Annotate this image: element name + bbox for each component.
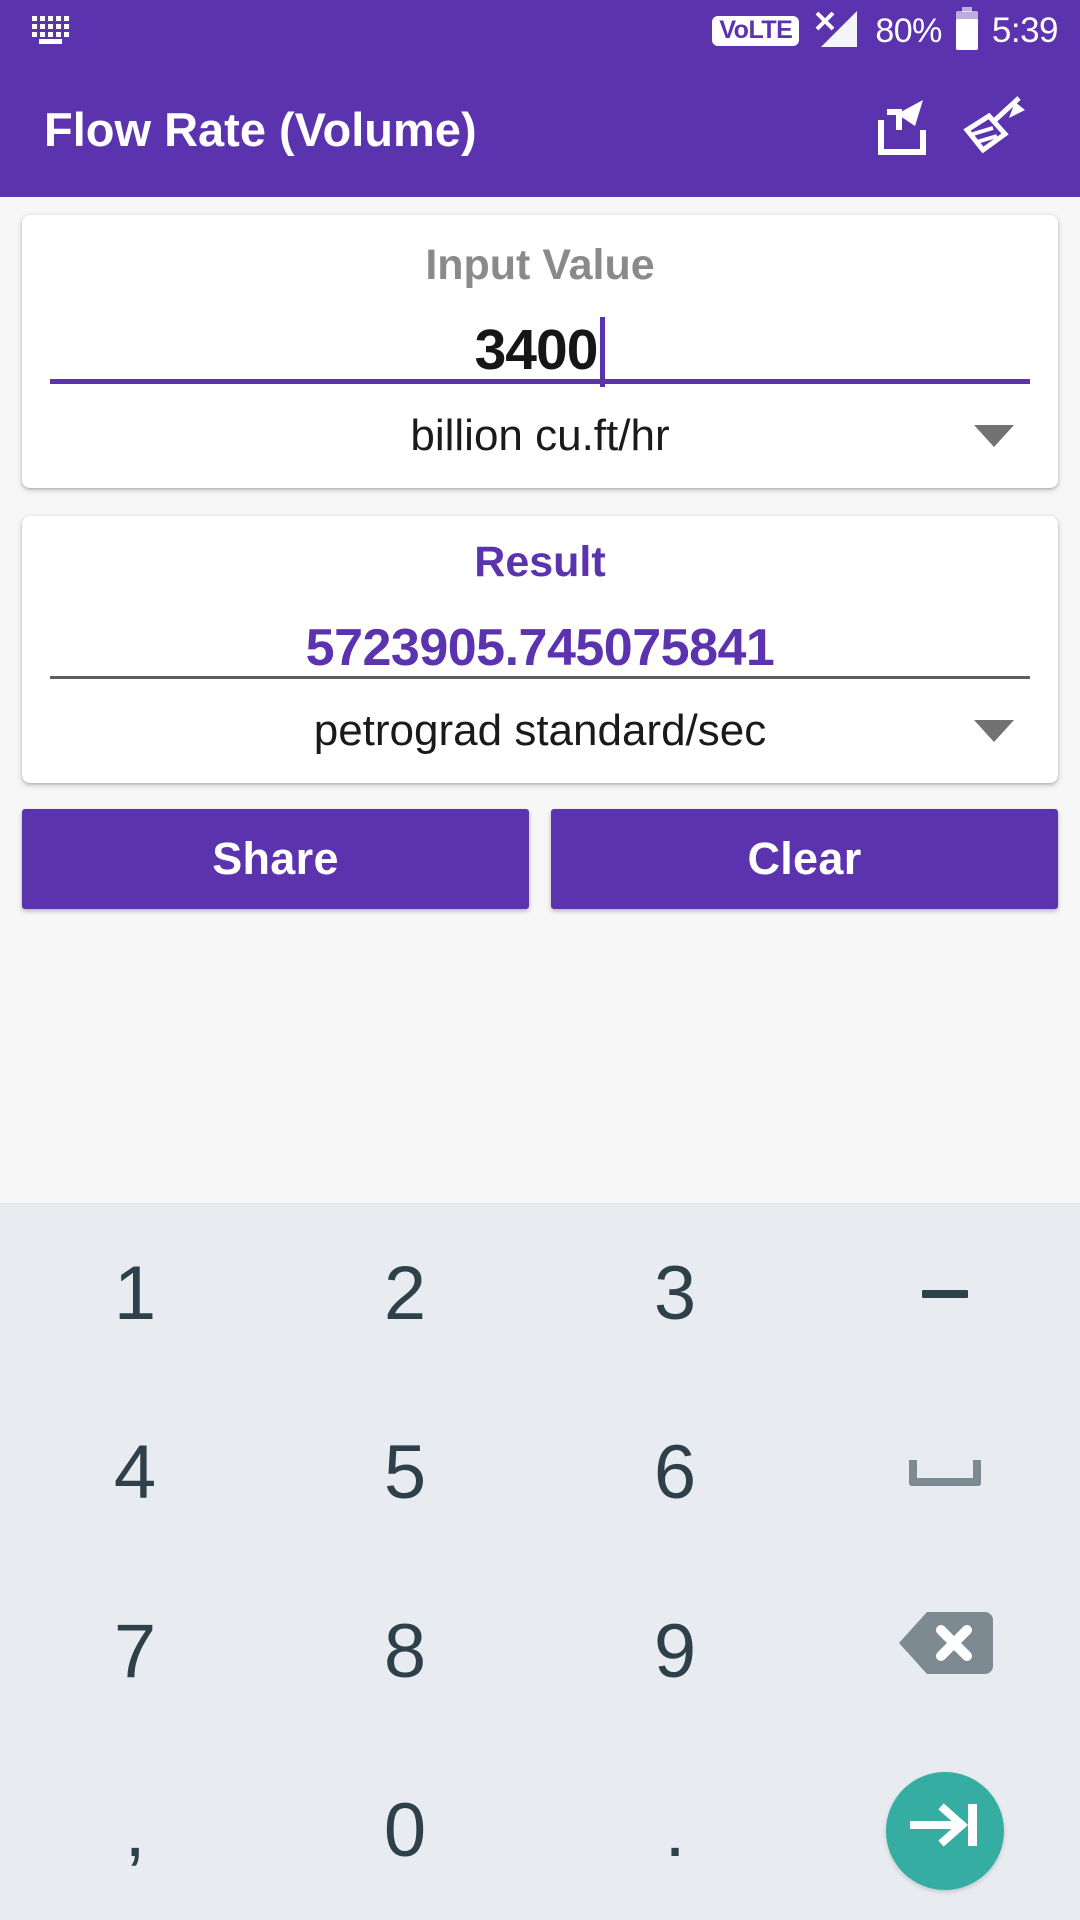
page-title: Flow Rate (Volume): [44, 103, 477, 156]
result-unit-dropdown[interactable]: petrograd standard/sec: [50, 679, 1030, 783]
key-5-label: 5: [383, 1430, 427, 1515]
app-bar: Flow Rate (Volume): [0, 62, 1080, 197]
share-button[interactable]: Share: [22, 809, 529, 909]
key-enter[interactable]: [810, 1741, 1080, 1920]
app-root: VoLTE 80% 5:39 Flow Rate (Volume) Input …: [0, 0, 1080, 1920]
key-minus[interactable]: [810, 1204, 1080, 1383]
arrow-to-bar-icon: [908, 1787, 982, 1874]
status-bar-right: VoLTE 80% 5:39: [712, 6, 1059, 56]
key-7-label: 7: [113, 1609, 157, 1694]
status-bar-left: [30, 13, 74, 50]
key-6[interactable]: 6: [540, 1383, 810, 1562]
action-button-row: Share Clear: [22, 809, 1058, 909]
key-4[interactable]: 4: [0, 1383, 270, 1562]
input-unit-dropdown[interactable]: billion cu.ft/hr: [50, 384, 1030, 488]
chevron-down-icon: [974, 720, 1014, 742]
minus-icon: [922, 1289, 968, 1298]
backspace-icon: [897, 1608, 993, 1696]
key-9-label: 9: [653, 1609, 697, 1694]
text-cursor: [600, 317, 606, 387]
key-6-label: 6: [653, 1430, 697, 1515]
key-0-label: 0: [383, 1788, 427, 1873]
key-1[interactable]: 1: [0, 1204, 270, 1383]
input-value-label: Input Value: [425, 241, 655, 289]
input-value-field[interactable]: 3400: [50, 300, 1030, 387]
numeric-keypad: 1 2 3 4 5 6 7 8 9, 0.: [0, 1203, 1080, 1920]
clear-action-button[interactable]: [948, 84, 1040, 176]
input-unit-label: billion cu.ft/hr: [410, 411, 670, 460]
keypad-row: 4 5 6: [0, 1383, 1080, 1562]
share-action-button[interactable]: [856, 84, 948, 176]
battery-icon: [954, 6, 980, 56]
result-label: Result: [474, 538, 606, 586]
chevron-down-icon: [974, 425, 1014, 447]
result-card: Result 5723905.745075841 petrograd stand…: [22, 516, 1058, 783]
battery-percentage: 80%: [875, 11, 942, 50]
keypad-row: 1 2 3: [0, 1204, 1080, 1383]
volte-icon: VoLTE: [712, 16, 800, 46]
keyboard-icon: [30, 13, 74, 50]
key-0[interactable]: 0: [270, 1741, 540, 1920]
clear-button[interactable]: Clear: [551, 809, 1058, 909]
key-5[interactable]: 5: [270, 1383, 540, 1562]
key-9[interactable]: 9: [540, 1562, 810, 1741]
keypad-row: , 0.: [0, 1741, 1080, 1920]
share-icon: [871, 96, 933, 163]
key-4-label: 4: [113, 1430, 157, 1515]
key-period[interactable]: .: [540, 1741, 810, 1920]
key-8[interactable]: 8: [270, 1562, 540, 1741]
broom-icon: [959, 96, 1029, 163]
result-value-text: 5723905.745075841: [305, 619, 775, 678]
key-backspace[interactable]: [810, 1562, 1080, 1741]
status-bar: VoLTE 80% 5:39: [0, 0, 1080, 62]
key-space[interactable]: [810, 1383, 1080, 1562]
key-2-label: 2: [383, 1251, 427, 1336]
main-content: Input Value 3400 billion cu.ft/hr Result…: [0, 197, 1080, 1203]
key-3[interactable]: 3: [540, 1204, 810, 1383]
keypad-row: 7 8 9: [0, 1562, 1080, 1741]
clock: 5:39: [991, 11, 1059, 50]
key-2[interactable]: 2: [270, 1204, 540, 1383]
key-8-label: 8: [383, 1609, 427, 1694]
key-period-label: .: [664, 1788, 686, 1873]
key-3-label: 3: [653, 1251, 697, 1336]
input-card: Input Value 3400 billion cu.ft/hr: [22, 215, 1058, 488]
result-unit-label: petrograd standard/sec: [313, 706, 767, 755]
space-icon: [909, 1459, 981, 1486]
key-comma-label: ,: [124, 1788, 146, 1873]
input-value-text: 3400: [474, 318, 599, 382]
key-comma[interactable]: ,: [0, 1741, 270, 1920]
signal-no-service-icon: [811, 7, 863, 56]
enter-button[interactable]: [886, 1771, 1004, 1890]
key-1-label: 1: [113, 1251, 157, 1336]
key-7[interactable]: 7: [0, 1562, 270, 1741]
result-value-field[interactable]: 5723905.745075841: [50, 601, 1030, 679]
